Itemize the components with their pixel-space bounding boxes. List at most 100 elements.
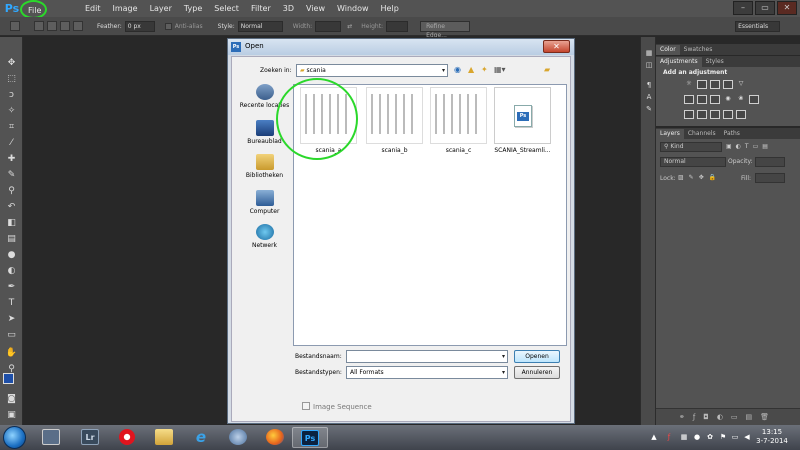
menu-edit[interactable]: Edit: [79, 0, 107, 17]
type-tool-icon[interactable]: T: [4, 297, 19, 310]
tray-monitor-icon[interactable]: ▭: [731, 433, 739, 441]
paragraph-panel-icon[interactable]: ¶: [644, 81, 654, 90]
view-menu-icon[interactable]: ▦▾: [494, 65, 506, 74]
selective-color-icon[interactable]: [723, 110, 733, 119]
magic-wand-icon[interactable]: ✧: [4, 105, 19, 118]
eraser-icon[interactable]: ◧: [4, 217, 19, 230]
tab-paths[interactable]: Paths: [720, 129, 744, 139]
look-in-select[interactable]: ▰ scania ▾: [296, 64, 448, 77]
restore-button[interactable]: ▭: [755, 1, 775, 15]
threshold-icon[interactable]: [710, 110, 720, 119]
gradient-tool-icon[interactable]: ▤: [4, 233, 19, 246]
menu-layer[interactable]: Layer: [144, 0, 178, 17]
blur-tool-icon[interactable]: ●: [4, 249, 19, 262]
history-panel-icon[interactable]: ▦: [644, 49, 654, 58]
style-select[interactable]: Normal: [237, 20, 283, 32]
filetype-select[interactable]: All Formats ▾: [346, 366, 508, 379]
bridge-folder-icon[interactable]: ▰: [544, 65, 550, 74]
hand-tool-icon[interactable]: ✋: [4, 347, 19, 360]
rectangle-tool-icon[interactable]: ▭: [4, 329, 19, 342]
file-item[interactable]: Ps SCANIA_Streamli...: [494, 87, 551, 154]
tab-swatches[interactable]: Swatches: [680, 45, 717, 55]
feather-input[interactable]: 0 px: [124, 20, 155, 32]
image-sequence-checkbox[interactable]: [302, 402, 310, 410]
tray-network-icon[interactable]: ▲: [650, 433, 658, 441]
height-input[interactable]: [386, 20, 409, 32]
tray-volume-icon[interactable]: ◀: [743, 433, 751, 441]
swap-icon[interactable]: ⇄: [347, 23, 352, 30]
tab-styles[interactable]: Styles: [702, 57, 728, 67]
screen-mode-icon[interactable]: ▣: [4, 409, 19, 422]
vibrance-icon[interactable]: ▽: [736, 80, 746, 89]
exposure-icon[interactable]: [723, 80, 733, 89]
posterize-icon[interactable]: [697, 110, 707, 119]
color-lookup-icon[interactable]: [749, 95, 759, 104]
curves-icon[interactable]: [710, 80, 720, 89]
tab-channels[interactable]: Channels: [684, 129, 720, 139]
fill-input[interactable]: [755, 173, 785, 183]
tray-flag-icon[interactable]: ⚑: [719, 433, 727, 441]
photo-filter-icon[interactable]: ◉: [723, 95, 733, 104]
taskbar-app-mail[interactable]: [220, 427, 256, 448]
open-button[interactable]: Openen: [514, 350, 560, 363]
menu-view[interactable]: View: [300, 0, 331, 17]
taskbar-app-opera[interactable]: [109, 427, 145, 448]
workspace-select[interactable]: Essentials: [735, 20, 781, 32]
marquee-tool-icon[interactable]: ⬚: [4, 73, 19, 86]
back-icon[interactable]: ◉: [454, 65, 461, 74]
layer-filter-icons[interactable]: ▣◐T▭▤: [726, 143, 772, 150]
intersect-selection-icon[interactable]: [73, 21, 83, 31]
filename-input[interactable]: ▾: [346, 350, 508, 363]
taskbar-clock[interactable]: 13:15 3-7-2014: [752, 428, 792, 446]
gradient-map-icon[interactable]: [736, 110, 746, 119]
file-item[interactable]: scania_b: [366, 87, 423, 154]
tray-app-icon[interactable]: ✿: [706, 433, 714, 441]
file-item[interactable]: scania_c: [430, 87, 487, 154]
healing-brush-icon[interactable]: ✚: [4, 153, 19, 166]
menu-3d[interactable]: 3D: [277, 0, 300, 17]
place-libraries[interactable]: Bibliotheken: [239, 154, 290, 179]
tab-color[interactable]: Color: [656, 45, 680, 55]
path-selection-icon[interactable]: ➤: [4, 313, 19, 326]
taskbar-app-explorer[interactable]: [146, 427, 182, 448]
width-input[interactable]: [315, 20, 342, 32]
tray-app-icon[interactable]: ▦: [680, 433, 688, 441]
refine-edge-button[interactable]: Refine Edge...: [420, 20, 471, 39]
move-tool-icon[interactable]: ✥: [4, 57, 19, 70]
marquee-tool-preset-icon[interactable]: [10, 21, 20, 31]
add-selection-icon[interactable]: [47, 21, 57, 31]
new-selection-icon[interactable]: [34, 21, 44, 31]
crop-tool-icon[interactable]: ⌗: [4, 121, 19, 134]
black-white-icon[interactable]: [710, 95, 720, 104]
eyedropper-icon[interactable]: ⁄: [4, 137, 19, 150]
new-folder-icon[interactable]: ✦: [481, 65, 488, 74]
brightness-icon[interactable]: ☼: [684, 80, 694, 89]
color-balance-icon[interactable]: [697, 95, 707, 104]
tray-flash-icon[interactable]: ƒ: [665, 433, 673, 441]
channel-mixer-icon[interactable]: ❀: [736, 95, 746, 104]
pen-tool-icon[interactable]: ✒: [4, 281, 19, 294]
tab-adjustments[interactable]: Adjustments: [656, 57, 702, 67]
blend-mode-select[interactable]: Normal: [660, 157, 726, 167]
foreground-color-swatch[interactable]: [3, 373, 14, 384]
up-folder-icon[interactable]: ▲: [468, 65, 474, 74]
taskbar-app[interactable]: [33, 427, 69, 448]
menu-image[interactable]: Image: [107, 0, 144, 17]
taskbar-app-firefox[interactable]: [257, 427, 293, 448]
dialog-close-button[interactable]: ✕: [543, 40, 570, 53]
place-computer[interactable]: Computer: [239, 190, 290, 215]
tray-app-icon[interactable]: ●: [693, 433, 701, 441]
subtract-selection-icon[interactable]: [60, 21, 70, 31]
close-window-button[interactable]: ✕: [777, 1, 797, 15]
tab-layers[interactable]: Layers: [656, 129, 684, 139]
minimize-button[interactable]: –: [733, 1, 753, 15]
antialias-checkbox[interactable]: [164, 22, 172, 30]
place-network[interactable]: Netwerk: [239, 224, 290, 249]
brush-tool-icon[interactable]: ✎: [4, 169, 19, 182]
menu-filter[interactable]: Filter: [245, 0, 277, 17]
quick-mask-icon[interactable]: ◙: [4, 393, 19, 406]
layers-bottom-icons[interactable]: ⚭ƒ◘◐▭▤🗑: [656, 408, 800, 425]
taskbar-app-ie[interactable]: e: [183, 427, 219, 448]
lock-icons[interactable]: ▨✎✥🔒: [678, 174, 721, 181]
kind-filter-select[interactable]: ⚲ Kind: [660, 142, 722, 152]
